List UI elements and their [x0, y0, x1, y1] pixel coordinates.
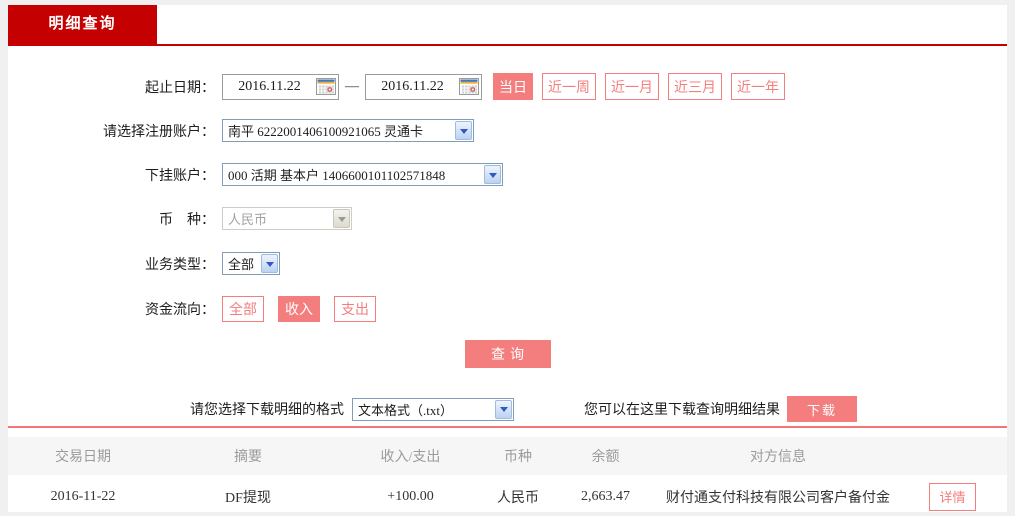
table-header-row: 交易日期 摘要 收入/支出 币种 余额 对方信息: [8, 437, 1007, 475]
quick-filter-last-week[interactable]: 近一周: [542, 73, 596, 100]
header-summary: 摘要: [158, 437, 338, 475]
detail-button[interactable]: 详情: [929, 482, 976, 511]
download-hint: 您可以在这里下载查询明细结果: [584, 403, 780, 418]
header-transaction-date: 交易日期: [8, 437, 158, 475]
tab-detail-query[interactable]: 明细查询: [8, 5, 157, 44]
currency-select: 人民币: [222, 207, 352, 230]
start-date-input[interactable]: 2016.11.22: [222, 73, 339, 100]
end-date-value: 2016.11.22: [381, 78, 444, 94]
end-date-input[interactable]: 2016.11.22: [365, 73, 482, 100]
query-form: 起止日期： 2016.11.22 — 2016.11.22 当日 近一周 近一月…: [8, 46, 1007, 422]
query-button[interactable]: 查询: [464, 340, 551, 368]
currency-row: 币 种： 人民币: [8, 207, 1007, 230]
dropdown-arrow-icon: [495, 399, 512, 419]
transactions-table: 交易日期 摘要 收入/支出 币种 余额 对方信息 2016-11-22 DF提现…: [8, 437, 1007, 512]
quick-filter-last-3-months[interactable]: 近三月: [668, 73, 722, 100]
start-date-calendar-icon[interactable]: [316, 78, 336, 95]
end-date-calendar-icon[interactable]: [459, 78, 479, 95]
cell-counterparty: 财付通支付科技有限公司客户备付金: [658, 475, 898, 512]
detail-query-panel: 明细查询 起止日期： 2016.11.22 — 2016.11.22 当日 近一…: [8, 5, 1007, 512]
section-separator: [8, 426, 1007, 428]
sub-account-row: 下挂账户： 000 活期 基本户 1406600101102571848: [8, 163, 1007, 186]
download-format-value: 文本格式（.txt）: [358, 402, 453, 418]
quick-filter-last-year[interactable]: 近一年: [731, 73, 785, 100]
fund-flow-all-button[interactable]: 全部: [222, 296, 264, 322]
dropdown-arrow-icon: [455, 121, 472, 140]
header-detail-column: [898, 437, 1007, 475]
cell-currency: 人民币: [483, 475, 553, 512]
quick-filter-last-month[interactable]: 近一月: [605, 73, 659, 100]
registered-account-label: 请选择注册账户：: [103, 124, 215, 140]
download-button[interactable]: 下载: [787, 396, 857, 422]
business-type-select[interactable]: 全部: [222, 252, 280, 275]
business-type-row: 业务类型： 全部: [8, 252, 1007, 275]
dropdown-arrow-icon: [484, 165, 501, 184]
fund-flow-row: 资金流向： 全部 收入 支出: [8, 296, 1007, 322]
header-income-expense: 收入/支出: [338, 437, 483, 475]
sub-account-value: 000 活期 基本户 1406600101102571848: [228, 168, 446, 183]
fund-flow-income-button[interactable]: 收入: [278, 296, 320, 322]
table-row: 2016-11-22 DF提现 +100.00 人民币 2,663.47 财付通…: [8, 475, 1007, 512]
cell-transaction-date: 2016-11-22: [8, 475, 158, 512]
dropdown-arrow-icon: [333, 209, 350, 228]
quick-filter-today[interactable]: 当日: [493, 73, 533, 100]
registered-account-select[interactable]: 南平 6222001406100921065 灵通卡: [222, 119, 474, 142]
cell-summary: DF提现: [158, 475, 338, 512]
date-range-label: 起止日期：: [145, 80, 215, 96]
download-row: 请您选择下载明细的格式 文本格式（.txt） 您可以在这里下载查询明细结果 下载: [190, 396, 1007, 422]
fund-flow-label: 资金流向：: [145, 303, 215, 318]
sub-account-select[interactable]: 000 活期 基本户 1406600101102571848: [222, 163, 503, 186]
start-date-value: 2016.11.22: [238, 78, 301, 94]
currency-label: 币 种：: [159, 212, 215, 228]
registered-account-value: 南平 6222001406100921065 灵通卡: [228, 124, 424, 139]
download-format-select[interactable]: 文本格式（.txt）: [352, 397, 514, 421]
header-counterparty: 对方信息: [658, 437, 898, 475]
dropdown-arrow-icon: [261, 254, 278, 273]
tab-bar: 明细查询: [8, 5, 1007, 46]
header-balance: 余额: [553, 437, 658, 475]
currency-value: 人民币: [228, 212, 268, 227]
fund-flow-expense-button[interactable]: 支出: [334, 296, 376, 322]
cell-amount: +100.00: [338, 475, 483, 512]
download-format-label: 请您选择下载明细的格式: [190, 403, 344, 418]
sub-account-label: 下挂账户：: [145, 168, 215, 184]
cell-balance: 2,663.47: [553, 475, 658, 512]
header-currency: 币种: [483, 437, 553, 475]
date-range-separator: —: [345, 78, 359, 94]
date-range-row: 起止日期： 2016.11.22 — 2016.11.22 当日 近一周 近一月…: [8, 73, 1007, 100]
business-type-label: 业务类型：: [145, 257, 215, 273]
business-type-value: 全部: [228, 257, 255, 272]
registered-account-row: 请选择注册账户： 南平 6222001406100921065 灵通卡: [8, 119, 1007, 142]
